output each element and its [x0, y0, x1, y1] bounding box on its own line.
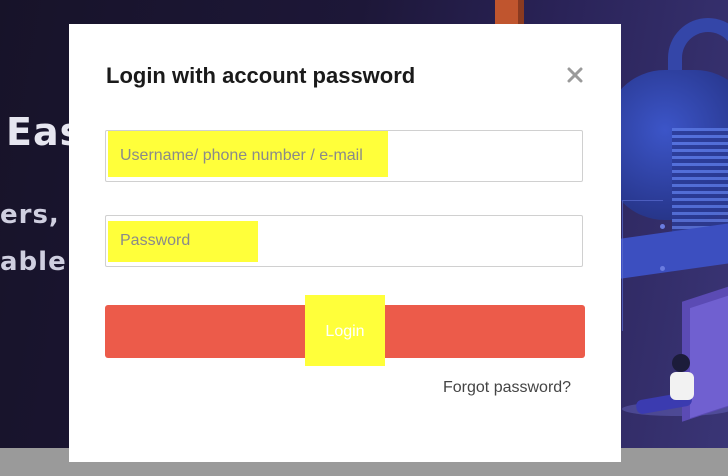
person-illustration [670, 372, 694, 400]
password-input[interactable] [106, 216, 582, 266]
background-decoration [518, 0, 524, 24]
login-button[interactable]: Login [105, 295, 585, 366]
login-button-label: Login [325, 322, 365, 340]
person-illustration [672, 354, 690, 372]
circuit-dot [660, 266, 665, 271]
background-text: ers, [0, 200, 60, 230]
background-text: able [0, 247, 67, 277]
forgot-password-link[interactable]: Forgot password? [443, 379, 571, 397]
password-field [105, 215, 583, 267]
modal-title: Login with account password [106, 63, 416, 88]
close-icon[interactable] [564, 64, 586, 86]
username-field [105, 130, 583, 182]
circuit-illustration [622, 200, 663, 331]
book-illustration [690, 291, 728, 419]
login-modal: Login with account password Login Forgot… [69, 24, 621, 462]
circuit-dot [660, 224, 665, 229]
username-input[interactable] [106, 131, 582, 181]
